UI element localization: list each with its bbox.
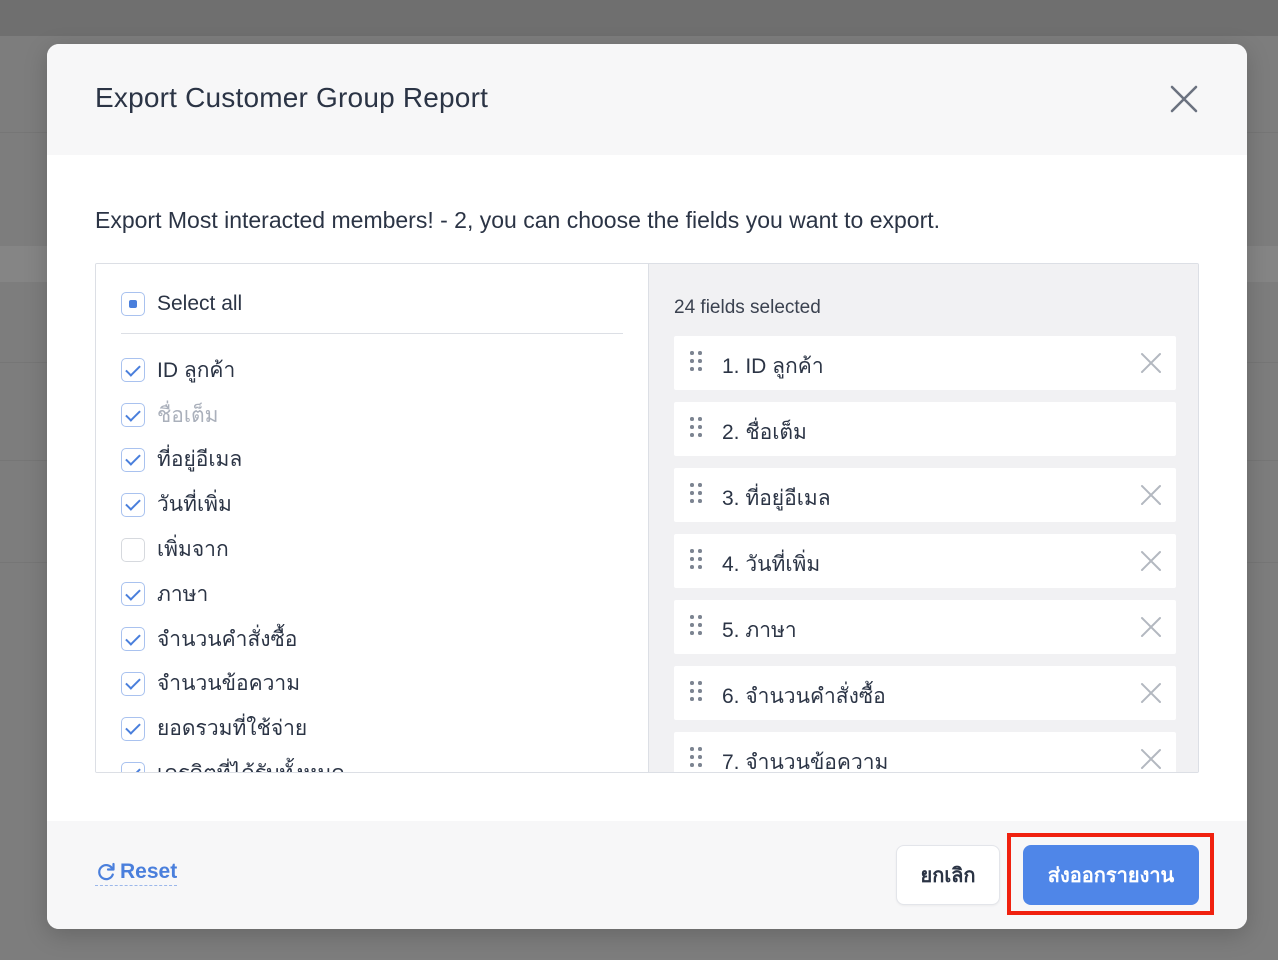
checkbox-checked[interactable] — [121, 447, 145, 472]
drag-handle-icon[interactable] — [690, 351, 704, 375]
refresh-icon — [98, 862, 115, 881]
field-checkbox[interactable]: ชื่อเต็ม — [121, 393, 621, 438]
field-checkbox[interactable]: จำนวนคำสั่งซื้อ — [121, 617, 621, 662]
field-label: ID ลูกค้า — [157, 358, 236, 382]
select-all-box[interactable] — [121, 292, 145, 316]
checkbox-checked[interactable] — [121, 761, 145, 772]
drag-handle-icon[interactable] — [690, 681, 704, 705]
selected-field-item[interactable]: 6. จำนวนคำสั่งซื้อ — [674, 666, 1176, 720]
drag-handle-icon[interactable] — [690, 747, 704, 771]
cancel-button[interactable]: ยกเลิก — [896, 845, 1000, 905]
selected-field-label: 3. ที่อยู่อีเมล — [722, 487, 831, 510]
selected-field-label: 7. จำนวนข้อความ — [722, 751, 889, 772]
checkbox-checked[interactable] — [121, 403, 145, 428]
selected-field-list: 1. ID ลูกค้า 2. ชื่อเต็ม 3. ที่อยู่อีเมล 4.… — [674, 336, 1176, 772]
close-button[interactable] — [1167, 82, 1201, 116]
drag-handle-icon[interactable] — [690, 549, 704, 573]
drag-handle-icon[interactable] — [690, 483, 704, 507]
remove-icon[interactable] — [1140, 484, 1162, 506]
export-report-modal: Export Customer Group Report Export Most… — [47, 44, 1247, 929]
field-checkbox[interactable]: เพิ่มจาก — [121, 527, 621, 572]
background-app-bar — [0, 0, 1278, 36]
selected-field-item[interactable]: 5. ภาษา — [674, 600, 1176, 654]
drag-handle-icon[interactable] — [690, 417, 704, 441]
field-label: ภาษา — [157, 582, 209, 606]
checkbox-checked[interactable] — [121, 627, 145, 652]
available-fields-pane: Select all ID ลูกค้าชื่อเต็มที่อยู่อีเมล… — [96, 264, 648, 772]
selected-field-item[interactable]: 1. ID ลูกค้า — [674, 336, 1176, 390]
field-checkbox[interactable]: ภาษา — [121, 572, 621, 617]
export-description: Export Most interacted members! - 2, you… — [95, 207, 941, 233]
field-label: จำนวนข้อความ — [157, 672, 301, 696]
field-picker: Select all ID ลูกค้าชื่อเต็มที่อยู่อีเมล… — [95, 263, 1199, 773]
checkbox-checked[interactable] — [121, 671, 145, 696]
remove-icon[interactable] — [1140, 616, 1162, 638]
modal-header: Export Customer Group Report — [47, 44, 1247, 155]
field-label: ชื่อเต็ม — [157, 403, 219, 427]
selected-field-label: 4. วันที่เพิ่ม — [722, 553, 821, 576]
field-label: เครดิตที่ได้รับทั้งหมด — [157, 757, 345, 772]
checkbox-checked[interactable] — [121, 492, 145, 517]
checkbox-checked[interactable] — [121, 358, 145, 383]
field-checkbox[interactable]: ที่อยู่อีเมล — [121, 438, 621, 483]
modal-footer: Reset ยกเลิก ส่งออกรายงาน — [47, 821, 1247, 929]
checkbox-unchecked[interactable] — [121, 537, 145, 562]
field-checkbox-list: ID ลูกค้าชื่อเต็มที่อยู่อีเมลวันที่เพิ่ม… — [121, 348, 621, 772]
field-checkbox[interactable]: วันที่เพิ่ม — [121, 482, 621, 527]
close-icon — [1170, 85, 1198, 113]
modal-title: Export Customer Group Report — [95, 82, 489, 113]
selected-field-item[interactable]: 3. ที่อยู่อีเมล — [674, 468, 1176, 522]
checkbox-checked[interactable] — [121, 716, 145, 741]
reset-link[interactable]: Reset — [95, 860, 178, 886]
reset-label: Reset — [120, 860, 178, 883]
field-checkbox[interactable]: ID ลูกค้า — [121, 348, 621, 393]
field-label: ที่อยู่อีเมล — [157, 448, 243, 472]
divider — [121, 333, 623, 334]
field-label: จำนวนคำสั่งซื้อ — [157, 627, 298, 651]
selected-fields-pane: 24 fields selected 1. ID ลูกค้า 2. ชื่อเต… — [648, 264, 1198, 772]
remove-icon[interactable] — [1140, 748, 1162, 770]
remove-icon[interactable] — [1140, 352, 1162, 374]
selected-field-label: 5. ภาษา — [722, 619, 797, 642]
selected-field-label: 6. จำนวนคำสั่งซื้อ — [722, 685, 886, 708]
remove-icon[interactable] — [1140, 682, 1162, 704]
selected-field-label: 2. ชื่อเต็ม — [722, 421, 807, 444]
export-report-button[interactable]: ส่งออกรายงาน — [1023, 845, 1199, 905]
checkbox-checked[interactable] — [121, 582, 145, 607]
selected-field-label: 1. ID ลูกค้า — [722, 355, 824, 378]
field-label: เพิ่มจาก — [157, 538, 229, 562]
selected-field-item[interactable]: 7. จำนวนข้อความ — [674, 732, 1176, 772]
field-checkbox[interactable]: เครดิตที่ได้รับทั้งหมด — [121, 751, 621, 772]
remove-icon[interactable] — [1140, 550, 1162, 572]
field-checkbox[interactable]: ยอดรวมที่ใช้จ่าย — [121, 706, 621, 751]
field-label: วันที่เพิ่ม — [157, 493, 232, 517]
selected-field-item[interactable]: 4. วันที่เพิ่ม — [674, 534, 1176, 588]
select-all-checkbox[interactable]: Select all — [121, 291, 242, 317]
field-checkbox[interactable]: จำนวนข้อความ — [121, 662, 621, 707]
selected-field-item[interactable]: 2. ชื่อเต็ม — [674, 402, 1176, 456]
drag-handle-icon[interactable] — [690, 615, 704, 639]
field-label: ยอดรวมที่ใช้จ่าย — [157, 717, 308, 741]
select-all-label: Select all — [157, 292, 243, 315]
selected-count: 24 fields selected — [674, 297, 821, 318]
